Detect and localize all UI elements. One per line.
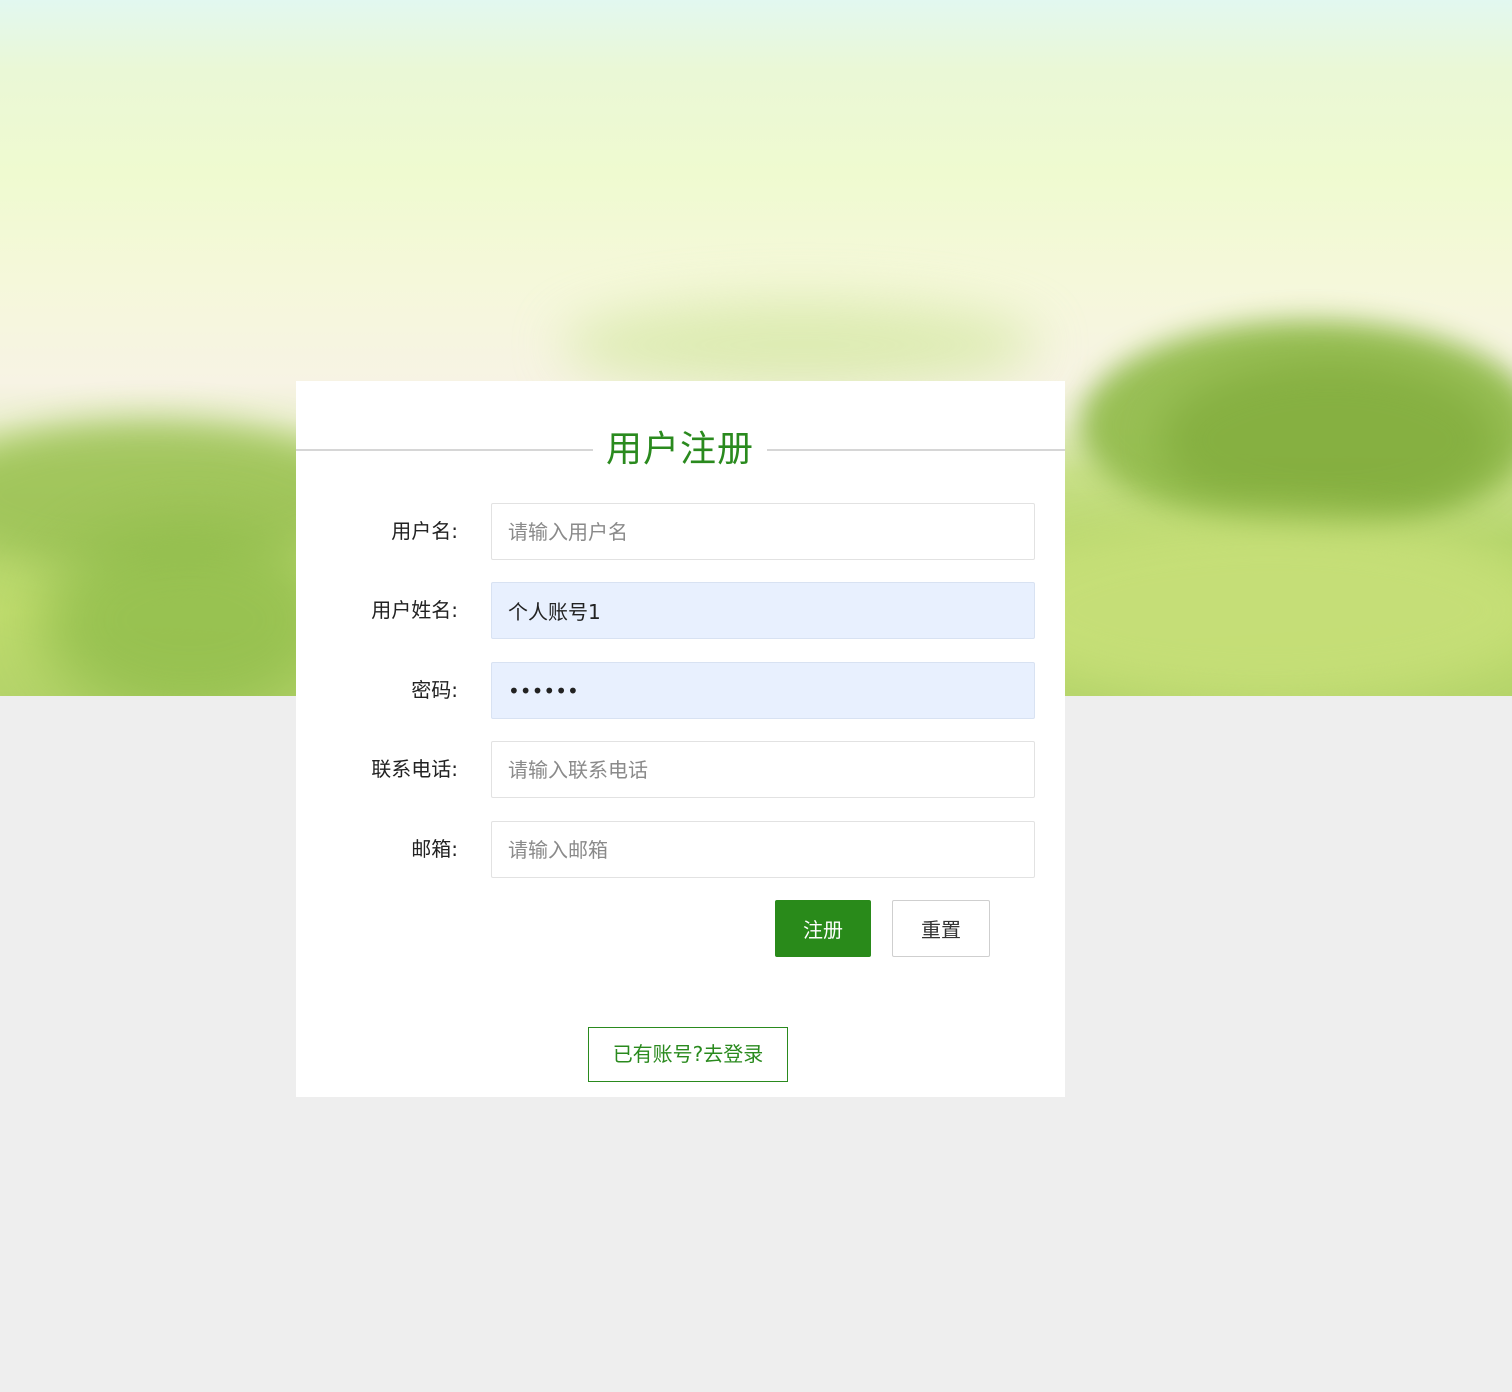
realname-label: 用户姓名: (371, 598, 458, 622)
realname-input[interactable] (491, 582, 1035, 639)
reset-button[interactable]: 重置 (892, 900, 990, 957)
password-input[interactable] (491, 662, 1035, 719)
username-input[interactable] (491, 503, 1035, 560)
register-card (296, 381, 1065, 1097)
register-button[interactable]: 注册 (775, 900, 871, 957)
email-label: 邮箱: (411, 837, 458, 861)
email-input[interactable] (491, 821, 1035, 878)
bg-haze (560, 300, 1040, 390)
bg-tree-right-shade (1160, 360, 1500, 520)
title-divider-left (296, 449, 593, 451)
page-title: 用户注册 (605, 429, 754, 470)
title-divider-right (767, 449, 1065, 451)
username-label: 用户名: (391, 519, 458, 543)
go-login-link[interactable]: 已有账号?去登录 (588, 1027, 788, 1082)
phone-label: 联系电话: (371, 757, 458, 781)
password-label: 密码: (411, 678, 458, 702)
phone-input[interactable] (491, 741, 1035, 798)
bg-grass-right (1000, 520, 1512, 696)
